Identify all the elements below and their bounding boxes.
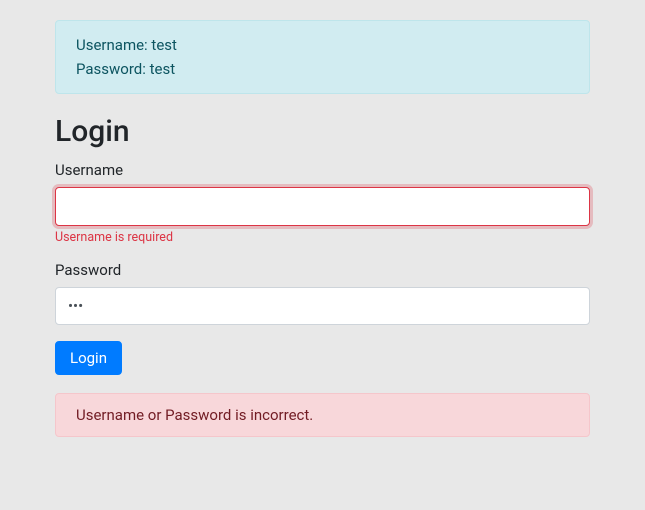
username-error: Username is required [55, 230, 590, 245]
login-button[interactable]: Login [55, 341, 122, 375]
password-label: Password [55, 261, 590, 279]
hint-password: Password: test [76, 57, 569, 81]
username-input[interactable] [55, 187, 590, 226]
username-label: Username [55, 161, 590, 179]
hint-box: Username: test Password: test [55, 20, 590, 94]
username-group: Username Username is required [55, 161, 590, 245]
error-alert: Username or Password is incorrect. [55, 393, 590, 437]
page-title: Login [55, 114, 590, 149]
password-group: Password [55, 261, 590, 326]
hint-username: Username: test [76, 33, 569, 57]
password-input[interactable] [55, 287, 590, 326]
